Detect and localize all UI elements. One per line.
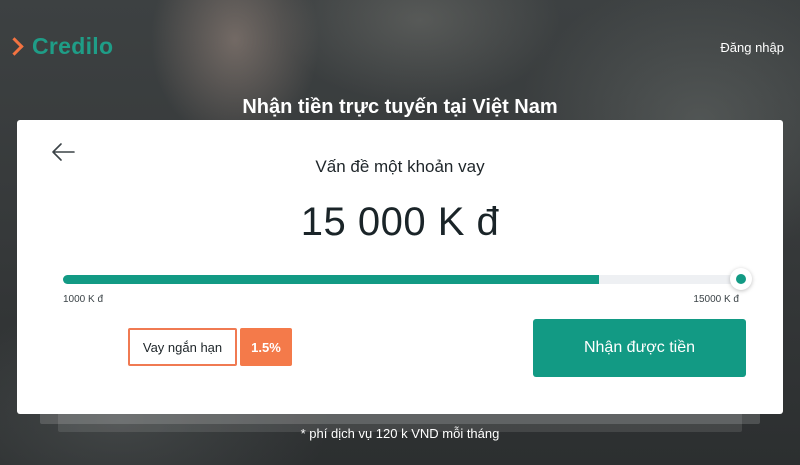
loan-amount-display: 15 000 K đ (300, 200, 500, 244)
hero-title: Nhận tiền trực tuyến tại Việt Nam (242, 96, 558, 118)
chevron-right-icon (8, 37, 22, 57)
loan-amount-slider[interactable] (63, 268, 752, 291)
slider-max-label: 15000 K đ (693, 294, 739, 305)
get-money-button[interactable]: Nhận được tiền (533, 319, 746, 377)
logo-text: Credilo (32, 33, 114, 59)
site-header: Credilo Đăng nhập (0, 0, 800, 90)
slider-min-label: 1000 K đ (63, 294, 104, 305)
logo[interactable]: Credilo (8, 33, 113, 60)
slider-fill (63, 275, 599, 284)
loan-card-title: Vấn đề một khoản vay (315, 157, 485, 176)
login-link[interactable]: Đăng nhập (720, 40, 784, 55)
slider-thumb[interactable] (730, 268, 752, 290)
short-term-loan-button[interactable]: Vay ngắn hạn (128, 328, 237, 366)
interest-rate-badge: 1.5% (240, 328, 292, 366)
service-fee-footnote: * phí dịch vụ 120 k VND mỗi tháng (300, 426, 500, 441)
loan-calculator-card: Vấn đề một khoản vay 15 000 K đ 1000 K đ… (17, 120, 783, 414)
